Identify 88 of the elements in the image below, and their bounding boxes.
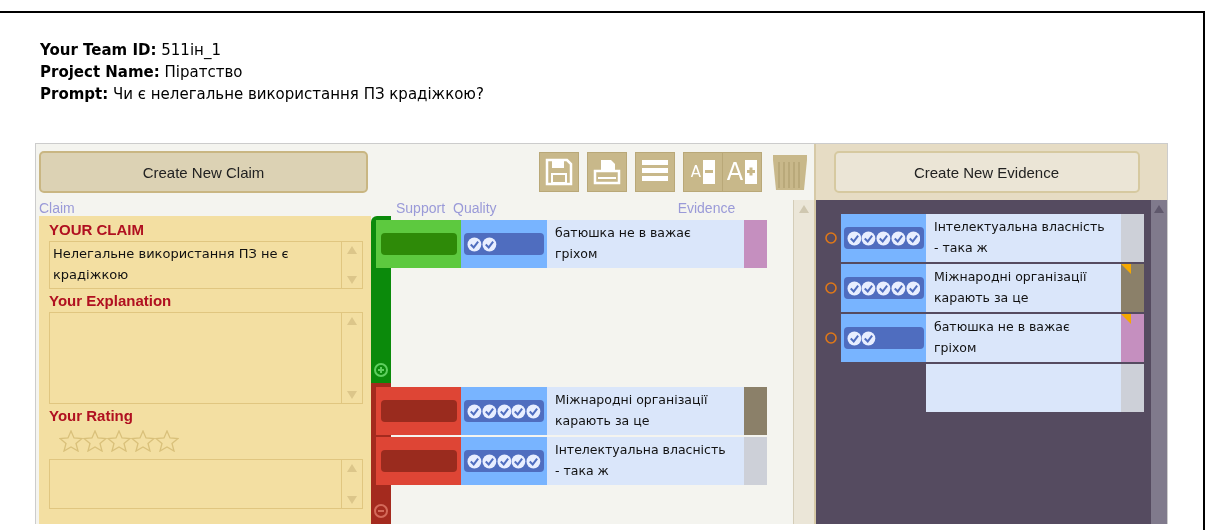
check-icon <box>526 402 541 420</box>
scroll-down-icon[interactable] <box>346 275 358 285</box>
scrollbar[interactable] <box>342 312 363 404</box>
column-label: Evidence <box>677 200 736 216</box>
flag-icon <box>1121 314 1131 324</box>
check-icon <box>496 402 512 420</box>
star-icon[interactable] <box>155 430 179 452</box>
check-icon <box>481 452 497 470</box>
connector-handle-icon[interactable] <box>824 281 838 295</box>
check-icon <box>846 229 862 247</box>
evidence-text[interactable]: батюшка не в важає гріхом <box>547 220 744 268</box>
check-icon <box>511 402 527 420</box>
scroll-up-icon[interactable] <box>346 463 358 473</box>
star-icon[interactable] <box>83 430 107 452</box>
quality-meter[interactable] <box>843 277 924 299</box>
layout-button[interactable] <box>635 152 675 192</box>
scroll-down-icon[interactable] <box>346 390 358 400</box>
header-line: Prompt: Чи є нелегальне використання ПЗ крадіжкою? <box>40 84 485 105</box>
delete-button[interactable] <box>770 152 810 192</box>
evidence-text[interactable]: батюшка не в важає гріхом <box>926 314 1121 362</box>
column-label: Support <box>396 200 446 216</box>
rating-label: Your Rating <box>49 406 134 426</box>
connector-handle-icon[interactable] <box>824 331 838 345</box>
check-icon <box>876 229 891 247</box>
plus-icon <box>745 158 758 186</box>
check-icon <box>905 279 921 297</box>
check-icon <box>861 279 877 297</box>
scrollbar[interactable] <box>793 200 814 524</box>
check-icon <box>481 235 497 253</box>
plus-icon[interactable] <box>374 363 388 377</box>
star-icon[interactable] <box>131 430 155 452</box>
support-dropdown[interactable] <box>380 233 457 255</box>
check-icon <box>526 452 541 470</box>
evidence-text[interactable]: Інтелектуальна власність - така ж <box>926 214 1121 262</box>
header-line: Project Name: Піратство <box>40 62 244 83</box>
column-label: Quality <box>453 200 497 216</box>
create-evidence-button[interactable]: Create New Evidence <box>833 151 1140 193</box>
check-icon <box>890 279 906 297</box>
quality-meter[interactable] <box>843 227 924 249</box>
check-icon <box>481 402 497 420</box>
check-icon <box>467 452 482 470</box>
scroll-up-icon[interactable] <box>1153 203 1165 215</box>
check-icon <box>876 279 891 297</box>
quality-meter[interactable] <box>464 450 544 472</box>
claim-title: YOUR CLAIM <box>49 220 145 240</box>
quality-meter[interactable] <box>843 327 924 349</box>
support-dropdown[interactable] <box>380 450 457 472</box>
print-icon <box>592 157 622 187</box>
check-icon <box>467 235 482 253</box>
connector-handle-icon[interactable] <box>824 231 838 245</box>
scroll-down-icon[interactable] <box>346 495 358 505</box>
flag-icon <box>1121 264 1131 274</box>
save-icon <box>544 157 574 187</box>
explanation-label: Your Explanation <box>49 291 173 311</box>
explanation-field[interactable] <box>49 312 342 404</box>
scroll-up-icon[interactable] <box>346 316 358 326</box>
check-icon <box>467 402 482 420</box>
scroll-up-icon[interactable] <box>798 203 810 215</box>
header-line: Your Team ID: 511ін_1 <box>40 40 222 61</box>
evidence-text[interactable]: Інтелектуальна власність - така ж <box>547 437 744 485</box>
star-icon[interactable] <box>59 430 83 452</box>
scrollbar[interactable] <box>342 459 363 509</box>
scroll-up-icon[interactable] <box>346 245 358 255</box>
evidence-text[interactable]: Міжнародні організації карають за це <box>926 264 1121 312</box>
create-claim-button[interactable]: Create New Claim <box>39 151 368 193</box>
print-button[interactable] <box>587 152 627 192</box>
evidence-text[interactable]: Міжнародні організації карають за це <box>547 387 744 435</box>
comment-field[interactable] <box>49 459 342 509</box>
claim-field[interactable]: Нелегальне використання ПЗ не є крадіжкою <box>49 241 342 289</box>
support-dropdown[interactable] <box>380 400 457 422</box>
check-icon <box>511 452 527 470</box>
scrollbar[interactable] <box>1151 200 1167 524</box>
check-icon <box>905 229 921 247</box>
check-icon <box>861 229 877 247</box>
star-icon[interactable] <box>107 430 131 452</box>
check-icon <box>846 279 862 297</box>
trash-icon <box>771 152 809 192</box>
scrollbar[interactable] <box>342 241 363 289</box>
check-icon <box>890 229 906 247</box>
column-label: Claim <box>39 200 75 216</box>
quality-meter[interactable] <box>464 233 544 255</box>
check-icon <box>846 329 862 347</box>
check-icon <box>861 329 877 347</box>
minus-icon <box>703 158 716 186</box>
minus-icon[interactable] <box>374 504 388 518</box>
quality-meter[interactable] <box>464 400 544 422</box>
save-button[interactable] <box>539 152 579 192</box>
check-icon <box>496 452 512 470</box>
